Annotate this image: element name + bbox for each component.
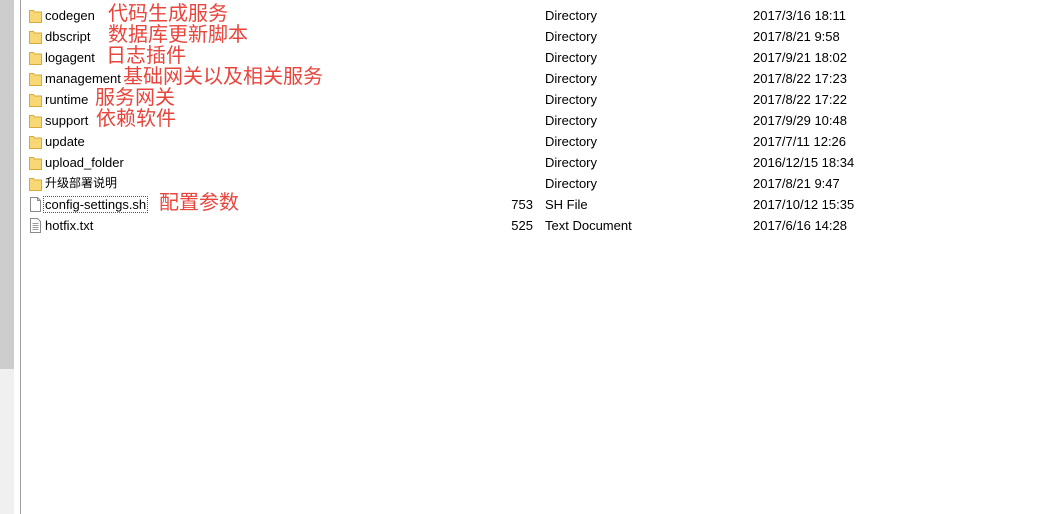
annotation-note: 依赖软件 bbox=[96, 106, 176, 130]
file-row-runtime[interactable]: runtime Directory 2017/8/22 17:22 服务网关 bbox=[21, 86, 1061, 111]
file-type: Directory bbox=[545, 134, 598, 149]
file-list: codegen Directory 2017/3/16 18:11 代码生成服务… bbox=[21, 0, 1061, 514]
scrollbar-thumb[interactable] bbox=[0, 0, 14, 369]
file-date: 2017/9/21 18:02 bbox=[753, 50, 847, 65]
file-name: upload_folder bbox=[45, 155, 124, 170]
annotation-note: 配置参数 bbox=[159, 190, 239, 214]
folder-icon bbox=[29, 115, 42, 128]
file-date: 2016/12/15 18:34 bbox=[753, 155, 855, 170]
folder-icon bbox=[29, 10, 42, 23]
file-date: 2017/8/22 17:22 bbox=[753, 92, 847, 107]
folder-icon bbox=[29, 52, 42, 65]
file-icon bbox=[30, 197, 41, 212]
file-name: support bbox=[45, 113, 89, 128]
file-date: 2017/8/22 17:23 bbox=[753, 71, 847, 86]
file-date: 2017/3/16 18:11 bbox=[753, 8, 847, 23]
file-name: runtime bbox=[45, 92, 89, 107]
annotation-note: 数据库更新脚本 bbox=[108, 22, 248, 46]
file-size: 753 bbox=[511, 197, 533, 212]
scrollbar-track[interactable] bbox=[0, 0, 14, 514]
folder-icon bbox=[29, 178, 42, 191]
folder-icon bbox=[29, 136, 42, 149]
file-name: management bbox=[45, 71, 121, 86]
file-row-hotfix[interactable]: hotfix.txt 525 Text Document 2017/6/16 1… bbox=[21, 216, 1061, 237]
file-date: 2017/8/21 9:47 bbox=[753, 176, 840, 191]
text-file-icon bbox=[30, 218, 41, 233]
file-name: hotfix.txt bbox=[45, 218, 94, 233]
file-date: 2017/9/29 10:48 bbox=[753, 113, 847, 128]
annotation-note: 代码生成服务 bbox=[108, 1, 228, 25]
file-row-management[interactable]: management Directory 2017/8/22 17:23 基础网… bbox=[21, 65, 1061, 90]
file-size: 525 bbox=[511, 218, 533, 233]
file-row-update[interactable]: update Directory 2017/7/11 12:26 bbox=[21, 132, 1061, 153]
file-type: Directory bbox=[545, 71, 598, 86]
folder-icon bbox=[29, 31, 42, 44]
file-type: Directory bbox=[545, 113, 598, 128]
file-type: Directory bbox=[545, 176, 598, 191]
file-name: 升级部署说明 bbox=[45, 176, 118, 190]
file-name: logagent bbox=[45, 50, 95, 65]
file-type: SH File bbox=[545, 197, 588, 212]
folder-icon bbox=[29, 157, 42, 170]
file-type: Directory bbox=[545, 155, 598, 170]
annotation-note: 基础网关以及相关服务 bbox=[123, 64, 323, 88]
folder-icon bbox=[29, 73, 42, 86]
file-date: 2017/10/12 15:35 bbox=[753, 197, 855, 212]
file-date: 2017/6/16 14:28 bbox=[753, 218, 847, 233]
annotation-note: 服务网关 bbox=[95, 85, 175, 109]
file-date: 2017/7/11 12:26 bbox=[753, 134, 847, 149]
file-type: Directory bbox=[545, 92, 598, 107]
file-name: dbscript bbox=[45, 29, 91, 44]
file-date: 2017/8/21 9:58 bbox=[753, 29, 840, 44]
file-row-config-settings[interactable]: config-settings.sh 753 SH File 2017/10/1… bbox=[21, 191, 1061, 216]
file-type: Directory bbox=[545, 8, 598, 23]
folder-icon bbox=[29, 94, 42, 107]
file-row-support[interactable]: support Directory 2017/9/29 10:48 依赖软件 bbox=[21, 107, 1061, 132]
file-type: Directory bbox=[545, 29, 598, 44]
file-type: Text Document bbox=[545, 218, 632, 233]
file-name: codegen bbox=[45, 8, 95, 23]
annotation-note: 日志插件 bbox=[106, 43, 186, 67]
file-row-upload-folder[interactable]: upload_folder Directory 2016/12/15 18:34 bbox=[21, 153, 1061, 174]
file-name: config-settings.sh bbox=[42, 196, 149, 213]
file-type: Directory bbox=[545, 50, 598, 65]
file-name: update bbox=[45, 134, 85, 149]
